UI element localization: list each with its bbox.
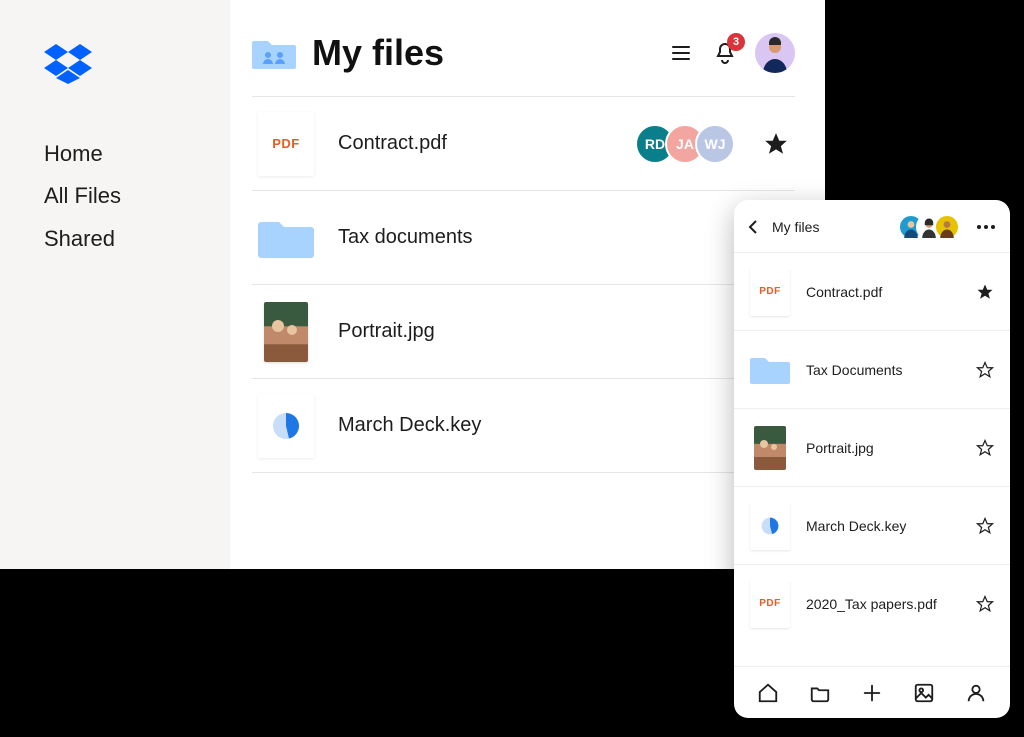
dropbox-logo-icon [44, 44, 230, 89]
notifications-bell-icon[interactable]: 3 [711, 39, 739, 67]
shared-avatars[interactable] [898, 214, 960, 240]
list-menu-icon[interactable] [667, 39, 695, 67]
avatar-chip: WJ [695, 124, 735, 164]
folder-icon [258, 206, 314, 270]
tab-photos-icon[interactable] [912, 681, 936, 705]
file-name: Tax Documents [806, 362, 902, 378]
image-thumbnail [258, 300, 314, 364]
file-name: 2020_Tax papers.pdf [806, 596, 937, 612]
file-name: March Deck.key [338, 414, 481, 437]
tab-account-icon[interactable] [964, 681, 988, 705]
file-row[interactable]: Portrait.jpg [252, 285, 795, 379]
star-outline-icon[interactable] [976, 361, 994, 379]
file-name: March Deck.key [806, 518, 906, 534]
mobile-panel: My files PDF Contract.pdf [734, 200, 1010, 718]
sidebar: Home All Files Shared [0, 0, 230, 569]
star-filled-icon[interactable] [763, 131, 789, 157]
shared-folder-icon [252, 35, 296, 71]
page-header: My files 3 [252, 32, 795, 97]
file-name: Tax documents [338, 226, 473, 249]
file-row[interactable]: PDF 2020_Tax papers.pdf [734, 564, 1010, 642]
back-chevron-icon[interactable] [746, 219, 762, 235]
tab-files-icon[interactable] [808, 681, 832, 705]
shared-avatars[interactable]: RD JA WJ [635, 124, 735, 164]
file-row[interactable]: Tax documents [252, 191, 795, 285]
nav-shared[interactable]: Shared [44, 226, 230, 252]
pdf-file-icon: PDF [750, 268, 790, 316]
tab-add-icon[interactable] [860, 681, 884, 705]
file-name: Portrait.jpg [806, 440, 874, 456]
page-title: My files [312, 32, 444, 74]
pdf-file-icon: PDF [258, 112, 314, 176]
nav-home[interactable]: Home [44, 141, 230, 167]
more-options-icon[interactable] [976, 225, 996, 229]
pdf-file-icon: PDF [750, 580, 790, 628]
mobile-tabbar [734, 666, 1010, 718]
mobile-file-list: PDF Contract.pdf Tax Documents Portrait.… [734, 252, 1010, 666]
file-row[interactable]: Tax Documents [734, 330, 1010, 408]
file-row[interactable]: PDF Contract.pdf [734, 252, 1010, 330]
breadcrumb[interactable]: My files [772, 219, 819, 235]
image-thumbnail [750, 424, 790, 472]
star-outline-icon[interactable] [976, 517, 994, 535]
file-row[interactable]: March Deck.key [734, 486, 1010, 564]
account-avatar[interactable] [755, 33, 795, 73]
keynote-file-icon [258, 394, 314, 458]
file-name: Contract.pdf [338, 132, 447, 155]
folder-icon [750, 346, 790, 394]
file-row[interactable]: Portrait.jpg [734, 408, 1010, 486]
file-name: Contract.pdf [806, 284, 882, 300]
keynote-file-icon [750, 502, 790, 550]
file-row[interactable]: March Deck.key [252, 379, 795, 473]
star-outline-icon[interactable] [976, 439, 994, 457]
tab-home-icon[interactable] [756, 681, 780, 705]
notification-badge: 3 [727, 33, 745, 51]
star-filled-icon[interactable] [976, 283, 994, 301]
star-outline-icon[interactable] [976, 595, 994, 613]
desktop-window: Home All Files Shared My files [0, 0, 825, 569]
mobile-header: My files [734, 200, 1010, 252]
file-row[interactable]: PDF Contract.pdf RD JA WJ [252, 97, 795, 191]
nav-all-files[interactable]: All Files [44, 183, 230, 209]
file-name: Portrait.jpg [338, 320, 435, 343]
